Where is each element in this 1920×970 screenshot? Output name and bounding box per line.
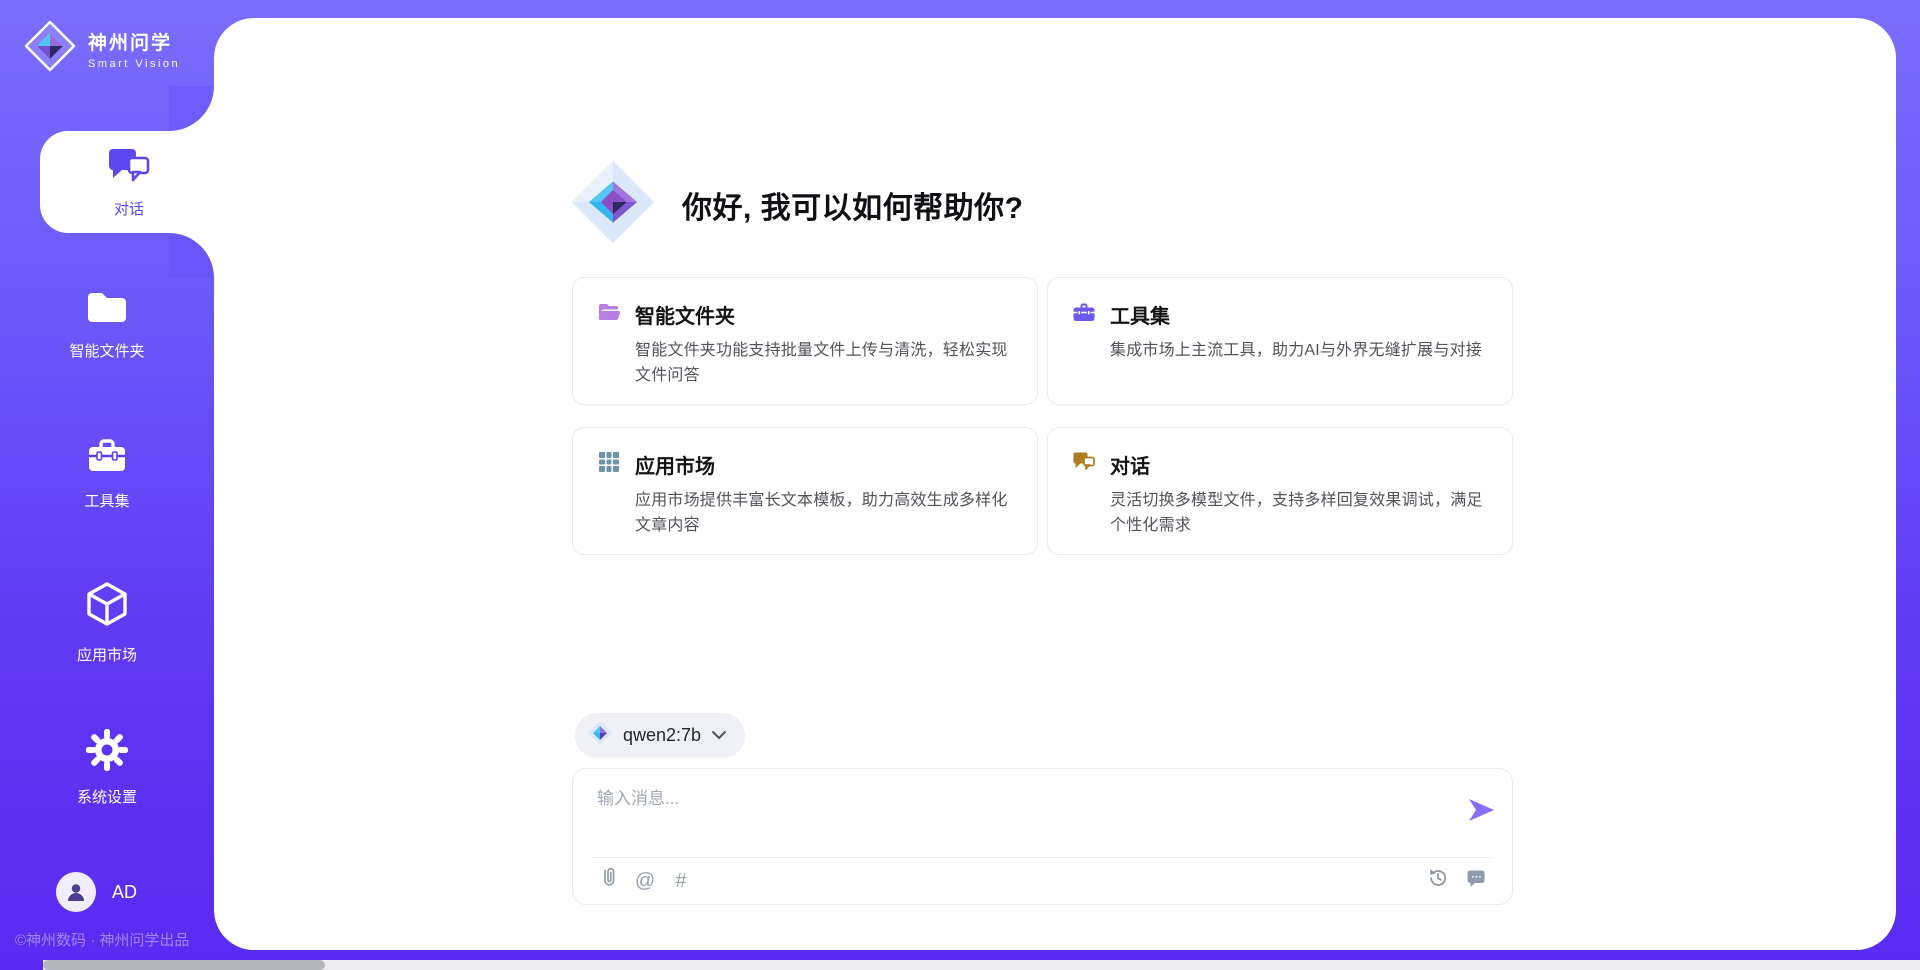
composer-divider xyxy=(593,857,1492,858)
card-title: 应用市场 xyxy=(635,450,715,479)
greeting-row: 你好, 我可以如何帮助你? xyxy=(570,158,1024,251)
sidebar-item-chat[interactable]: 对话 xyxy=(40,131,218,233)
hash-button[interactable]: # xyxy=(669,869,693,893)
horizontal-scrollbar[interactable] xyxy=(43,960,1920,970)
card-smart-folder[interactable]: 智能文件夹 智能文件夹功能支持批量文件上传与清洗，轻松实现文件问答 xyxy=(572,277,1038,405)
chevron-down-icon xyxy=(711,727,727,745)
briefcase-icon xyxy=(1072,301,1096,328)
sidebar-item-smart-folder[interactable]: 智能文件夹 xyxy=(0,288,214,361)
chat-icon xyxy=(106,146,152,191)
sidebar-item-label: 工具集 xyxy=(0,490,214,511)
card-description: 灵活切换多模型文件，支持多样回复效果调试，满足个性化需求 xyxy=(1110,489,1488,539)
hash-icon: # xyxy=(675,870,686,893)
user-avatar-icon xyxy=(56,872,96,912)
gear-icon xyxy=(85,759,129,776)
sidebar-item-app-market[interactable]: 应用市场 xyxy=(0,580,214,665)
mention-icon: @ xyxy=(635,870,655,893)
card-description: 应用市场提供丰富长文本模板，助力高效生成多样化文章内容 xyxy=(635,489,1013,539)
history-button[interactable] xyxy=(1426,869,1450,893)
sidebar-item-label: 对话 xyxy=(114,198,144,219)
send-icon xyxy=(1467,811,1495,826)
greeting-title: 你好, 我可以如何帮助你? xyxy=(682,183,1024,227)
card-title: 工具集 xyxy=(1110,300,1170,329)
copyright-footer: ©神州数码 · 神州问学出品 xyxy=(15,929,189,950)
brand: 神州问学 Smart Vision xyxy=(22,18,180,79)
brand-name: 神州问学 xyxy=(88,28,180,55)
sidebar: 神州问学 Smart Vision 对话 智能文件夹 xyxy=(0,0,214,970)
card-chat[interactable]: 对话 灵活切换多模型文件，支持多样回复效果调试，满足个性化需求 xyxy=(1047,427,1513,555)
card-title: 对话 xyxy=(1110,450,1150,479)
briefcase-icon xyxy=(84,463,130,480)
sidebar-item-label: 智能文件夹 xyxy=(0,340,214,361)
scrollbar-thumb[interactable] xyxy=(43,960,325,970)
card-title: 智能文件夹 xyxy=(635,300,735,329)
composer: @ # xyxy=(572,768,1513,905)
model-name: qwen2:7b xyxy=(623,725,701,746)
sidebar-item-settings[interactable]: 系统设置 xyxy=(0,728,214,807)
feature-cards: 智能文件夹 智能文件夹功能支持批量文件上传与清洗，轻松实现文件问答 xyxy=(572,277,1513,555)
model-selector[interactable]: qwen2:7b xyxy=(575,713,745,758)
tab-curve-bottom xyxy=(169,233,214,278)
grid-icon xyxy=(597,450,621,479)
sidebar-item-label: 系统设置 xyxy=(0,786,214,807)
tab-curve-top xyxy=(169,86,214,131)
sidebar-item-label: 应用市场 xyxy=(0,644,214,665)
mention-button[interactable]: @ xyxy=(633,869,657,893)
folder-open-icon xyxy=(597,301,621,328)
paperclip-icon xyxy=(599,867,619,895)
card-description: 集成市场上主流工具，助力AI与外界无缝扩展与对接 xyxy=(1110,339,1488,364)
sidebar-item-toolset[interactable]: 工具集 xyxy=(0,434,214,511)
message-input[interactable] xyxy=(597,784,1417,844)
card-app-market[interactable]: 应用市场 应用市场提供丰富长文本模板，助力高效生成多样化文章内容 xyxy=(572,427,1038,555)
brand-subtitle: Smart Vision xyxy=(88,58,180,70)
send-button[interactable] xyxy=(1466,796,1496,826)
cube-icon xyxy=(83,617,131,634)
user-name: AD xyxy=(112,882,137,903)
folder-icon xyxy=(84,313,130,330)
assistant-logo-icon xyxy=(570,158,656,251)
card-toolset[interactable]: 工具集 集成市场上主流工具，助力AI与外界无缝扩展与对接 xyxy=(1047,277,1513,405)
attachment-button[interactable] xyxy=(597,869,621,893)
history-icon xyxy=(1427,867,1449,895)
chat-icon xyxy=(1072,451,1096,478)
feedback-button[interactable] xyxy=(1464,869,1488,893)
user-account[interactable]: AD xyxy=(56,872,137,912)
main-panel: 你好, 我可以如何帮助你? 智能文件夹 智能文件夹功能支持批量文件上传与清洗，轻… xyxy=(214,18,1896,950)
brand-logo-icon xyxy=(22,18,78,79)
card-description: 智能文件夹功能支持批量文件上传与清洗，轻松实现文件问答 xyxy=(635,339,1013,389)
composer-toolbar: @ # xyxy=(597,869,1488,893)
model-logo-icon xyxy=(587,720,613,751)
feedback-chat-icon xyxy=(1465,867,1487,895)
